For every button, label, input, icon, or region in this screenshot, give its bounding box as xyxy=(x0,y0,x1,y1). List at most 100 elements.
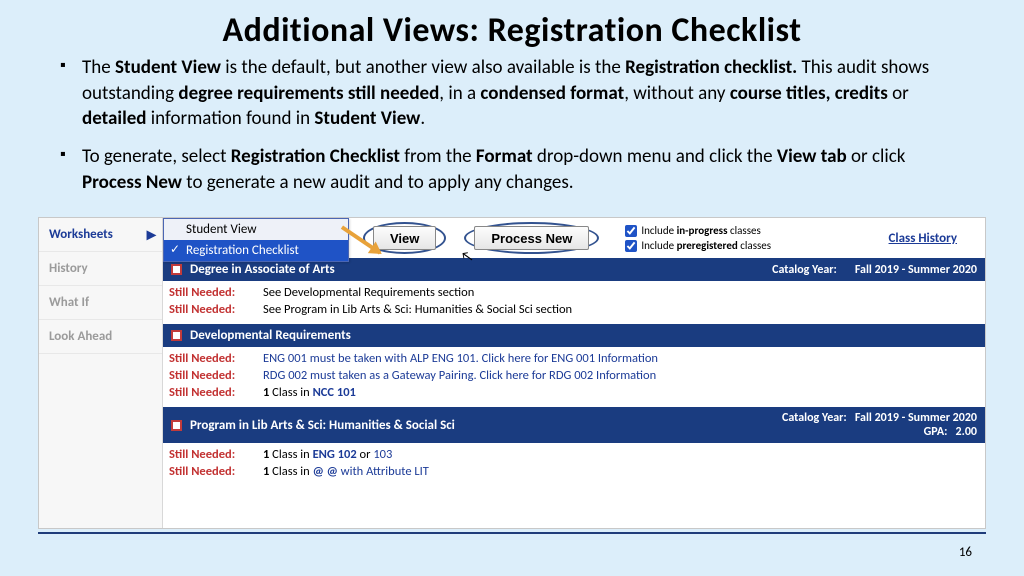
process-highlight: Process New xyxy=(464,222,599,254)
sidebar-item-history[interactable]: History xyxy=(39,252,162,286)
section-program-header: Program in Lib Arts & Sci: Humanities & … xyxy=(163,407,985,443)
requirement-text: See Program in Lib Arts & Sci: Humanitie… xyxy=(263,302,572,317)
section-degree-body: Still Needed: See Developmental Requireme… xyxy=(163,281,985,324)
section-developmental-header: Developmental Requirements xyxy=(163,324,985,347)
text-bold: condensed format xyxy=(480,82,624,105)
still-needed-label: Still Needed: xyxy=(169,385,255,400)
text: Class in xyxy=(269,464,312,479)
sidebar-item-label: Worksheets xyxy=(49,227,113,242)
text: or xyxy=(888,82,909,105)
unchecked-box-icon xyxy=(171,330,182,341)
text: is the default, but another view also av… xyxy=(221,56,625,79)
sidebar-item-whatif[interactable]: What If xyxy=(39,286,162,320)
text-bold: course titles, credits xyxy=(730,82,888,105)
text-bold: Registration Checklist xyxy=(231,145,400,168)
unchecked-box-icon xyxy=(171,420,182,431)
chevron-right-icon: ▶ xyxy=(147,227,156,242)
include-inprogress[interactable]: Include in-progress classes xyxy=(625,224,771,237)
slide-title: Additional Views: Registration Checklist xyxy=(0,10,1024,51)
text-bold: degree requirements still needed xyxy=(178,82,439,105)
text: or xyxy=(357,447,374,462)
inprogress-checkbox[interactable] xyxy=(625,225,637,237)
text: or click xyxy=(847,145,906,168)
section-developmental-body: Still Needed: ENG 001 must be taken with … xyxy=(163,347,985,407)
text-bold: Student View xyxy=(115,56,221,79)
cursor-icon: ↖ xyxy=(460,247,475,266)
still-needed-label: Still Needed: xyxy=(169,285,255,300)
catalog-year-label: Catalog Year: xyxy=(782,411,847,425)
text: information found in xyxy=(147,107,315,130)
preregistered-checkbox[interactable] xyxy=(625,240,637,252)
catalog-year-label: Catalog Year: xyxy=(772,263,837,277)
bullet-2: To generate, select Registration Checkli… xyxy=(60,144,964,195)
check-icon: ✓ xyxy=(170,242,180,257)
text-bold: detailed xyxy=(82,107,147,130)
page-number: 16 xyxy=(959,545,972,560)
requirement-row: Still Needed: See Program in Lib Arts & S… xyxy=(169,301,979,318)
still-needed-label: Still Needed: xyxy=(169,368,255,383)
text: Class in xyxy=(269,385,312,400)
class-history-link[interactable]: Class History xyxy=(889,231,957,246)
text: from the xyxy=(400,145,476,168)
still-needed-label: Still Needed: xyxy=(169,447,255,462)
dropdown-option-student-view[interactable]: Student View xyxy=(164,219,348,240)
text: . xyxy=(420,107,425,130)
text-bold: preregistered xyxy=(677,239,738,252)
process-new-button[interactable]: Process New xyxy=(474,226,589,250)
sections: Degree in Associate of Arts Catalog Year… xyxy=(163,258,985,528)
footer-divider xyxy=(38,532,986,534)
gpa-label: GPA: xyxy=(924,425,948,439)
format-dropdown[interactable]: Student View ✓ Registration Checklist xyxy=(163,218,349,262)
audit-app: Worksheets ▶ History What If Look Ahead … xyxy=(38,217,986,529)
option-label: Registration Checklist xyxy=(186,243,299,258)
course-code[interactable]: @ @ xyxy=(313,464,338,479)
slide: Additional Views: Registration Checklist… xyxy=(0,0,1024,576)
text: , without any xyxy=(624,82,730,105)
include-options: Include in-progress classes Include prer… xyxy=(625,224,771,252)
text-bold: Registration checklist. xyxy=(625,56,797,79)
bullet-1: The Student View is the default, but ano… xyxy=(60,55,964,132)
course-code[interactable]: 103 xyxy=(373,447,392,462)
include-preregistered[interactable]: Include preregistered classes xyxy=(625,239,771,252)
text-bold: Process New xyxy=(82,171,182,194)
catalog-year-value: Fall 2019 - Summer 2020 xyxy=(855,411,977,425)
text: Include xyxy=(641,224,676,237)
option-label: Student View xyxy=(186,222,257,237)
toolbar: View Process New Include in-progress cla… xyxy=(353,218,985,258)
text: classes xyxy=(727,224,760,237)
text: Include xyxy=(641,239,676,252)
requirement-row: Still Needed: See Developmental Requireme… xyxy=(169,284,979,301)
section-title: Developmental Requirements xyxy=(190,328,351,343)
bullet-list: The Student View is the default, but ano… xyxy=(0,55,1024,217)
sidebar-item-worksheets[interactable]: Worksheets ▶ xyxy=(39,218,162,252)
main-panel: Student View ✓ Registration Checklist ↖ V… xyxy=(163,218,985,528)
text-bold: Format xyxy=(476,145,533,168)
course-code[interactable]: ENG 102 xyxy=(313,447,357,462)
still-needed-label: Still Needed: xyxy=(169,464,255,479)
sidebar-item-label: What If xyxy=(49,295,89,310)
catalog-year-value: Fall 2019 - Summer 2020 xyxy=(855,263,977,277)
sidebar-item-label: Look Ahead xyxy=(49,329,112,344)
attribute-text: with Attribute LIT xyxy=(338,464,429,479)
requirement-link[interactable]: ENG 001 must be taken with ALP ENG 101. … xyxy=(263,351,658,366)
course-code[interactable]: NCC 101 xyxy=(313,385,356,400)
text: drop-down menu and click the xyxy=(533,145,777,168)
text: To generate, select xyxy=(82,145,231,168)
text-bold: View tab xyxy=(777,145,847,168)
requirement-text: See Developmental Requirements section xyxy=(263,285,474,300)
section-title: Program in Lib Arts & Sci: Humanities & … xyxy=(190,418,455,433)
dropdown-option-registration-checklist[interactable]: ✓ Registration Checklist xyxy=(164,240,348,261)
sidebar: Worksheets ▶ History What If Look Ahead xyxy=(39,218,163,528)
text-bold: Student View xyxy=(314,107,420,130)
still-needed-label: Still Needed: xyxy=(169,351,255,366)
requirement-row: Still Needed:1 Class in @ @ with Attribu… xyxy=(169,463,979,480)
sidebar-item-lookahead[interactable]: Look Ahead xyxy=(39,320,162,354)
text-bold: in-progress xyxy=(677,224,728,237)
section-title: Degree in Associate of Arts xyxy=(190,262,335,277)
still-needed-label: Still Needed: xyxy=(169,302,255,317)
section-program-body: Still Needed:1 Class in ENG 102 or 103 S… xyxy=(163,443,985,486)
requirement-link[interactable]: RDG 002 must taken as a Gateway Pairing.… xyxy=(263,368,656,383)
text: , in a xyxy=(439,82,480,105)
text: Class in xyxy=(269,447,312,462)
text: The xyxy=(82,56,115,79)
